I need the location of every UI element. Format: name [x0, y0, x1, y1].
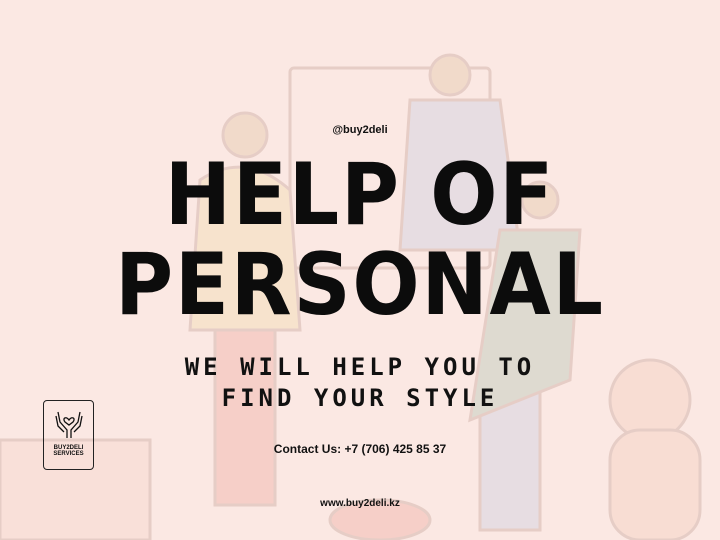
contact-phone: Contact Us: +7 (706) 425 85 37 — [273, 442, 447, 456]
title-line-1: HELP OF — [164, 145, 556, 245]
hands-heart-icon — [54, 411, 83, 438]
website-url: www.buy2deli.kz — [320, 498, 400, 509]
subtitle-line-2: FIND YOUR STYLE — [221, 384, 499, 412]
brand-logo: BUY2DELI SERVICES — [43, 400, 94, 470]
title-line-2: PERSONAL — [115, 235, 605, 335]
subtitle-line-1: WE WILL HELP YOU TO — [184, 353, 536, 381]
social-handle: @buy2deli — [332, 124, 388, 136]
logo-text-2: SERVICES — [53, 451, 84, 457]
